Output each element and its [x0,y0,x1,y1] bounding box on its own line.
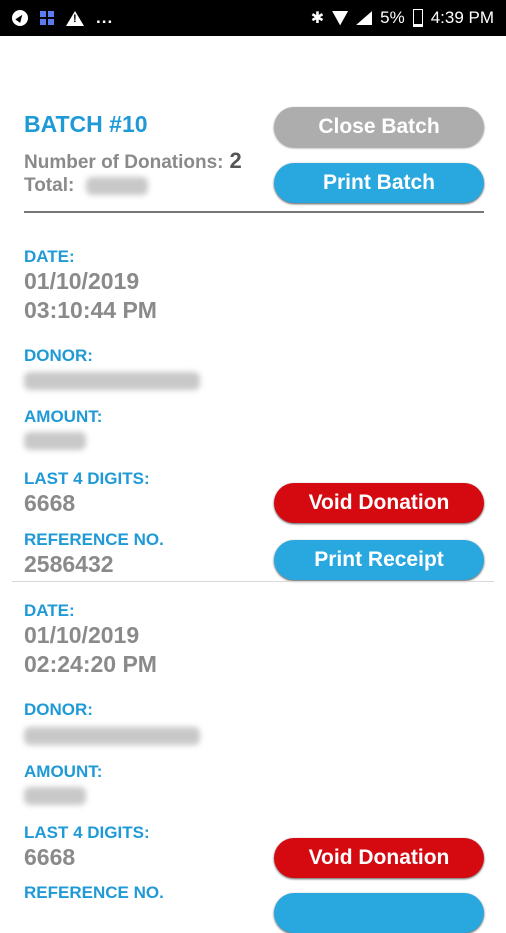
print-receipt-button[interactable] [274,893,484,933]
last-digits-label: LAST 4 DIGITS: [24,823,150,842]
donor-name-redacted [24,372,200,390]
date-label: DATE: [24,247,75,266]
donations-count-row: Number of Donations: 2 [24,148,242,174]
total-row: Total: [24,175,148,197]
app-grid-icon [40,11,54,25]
donation-time: 03:10:44 PM [24,297,157,323]
total-value-redacted [85,176,148,195]
print-receipt-button[interactable]: Print Receipt [274,540,484,580]
last-digits-label: LAST 4 DIGITS: [24,469,150,488]
donations-count-value: 2 [229,148,242,173]
total-label: Total: [24,175,75,196]
header-divider [24,211,484,213]
close-batch-button[interactable]: Close Batch [274,107,484,147]
void-donation-button[interactable]: Void Donation [274,838,484,878]
bluetooth-icon: ✱ [310,10,325,27]
item-divider [12,581,494,582]
amount-label: AMOUNT: [24,407,103,426]
last-digits-value: 6668 [24,844,76,870]
status-bar-left: ... [12,0,113,36]
battery-icon [412,9,423,27]
battery-percent: 5% [380,8,405,27]
more-notifications-indicator: ... [96,8,114,27]
amount-value-redacted [24,787,86,805]
batch-title: BATCH #10 [24,111,148,137]
wifi-icon [332,11,348,25]
donor-label: DONOR: [24,346,93,365]
donation-date: 01/10/2019 [24,622,140,648]
status-bar-right: ✱ 5% 4:39 PM [311,0,494,36]
compass-icon [12,10,28,26]
reference-label: REFERENCE NO. [24,530,164,549]
clock: 4:39 PM [430,8,494,27]
donation-time: 02:24:20 PM [24,651,157,677]
reference-label: REFERENCE NO. [24,883,164,902]
void-donation-button[interactable]: Void Donation [274,483,484,523]
amount-value-redacted [24,432,86,450]
warning-icon [66,10,84,26]
reference-value: 2586432 [24,551,114,577]
signal-icon [356,11,373,25]
last-digits-value: 6668 [24,490,76,516]
date-label: DATE: [24,601,75,620]
status-bar: ... ✱ 5% 4:39 PM [0,0,506,36]
print-batch-button[interactable]: Print Batch [274,163,484,203]
donation-date: 01/10/2019 [24,268,140,294]
donations-count-label: Number of Donations: [24,152,224,173]
donor-label: DONOR: [24,700,93,719]
donor-name-redacted [24,727,200,745]
amount-label: AMOUNT: [24,762,103,781]
